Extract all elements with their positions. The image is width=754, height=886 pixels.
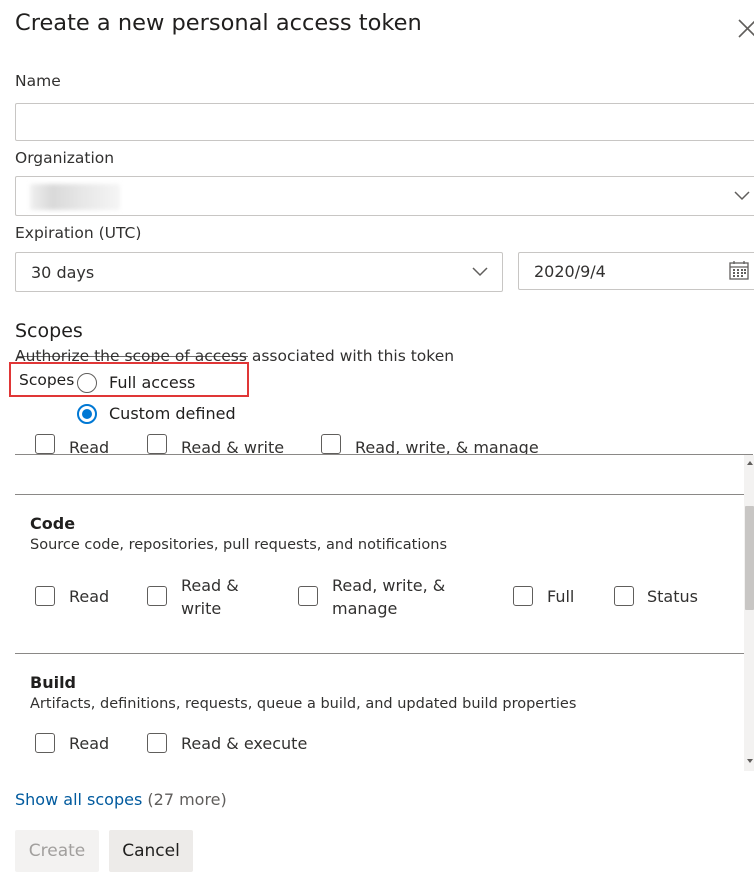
dialog-title: Create a new personal access token — [15, 10, 422, 36]
build-section-title: Build — [30, 673, 77, 692]
code-section-title: Code — [30, 514, 76, 533]
show-all-scopes-row: Show all scopes (27 more) — [15, 790, 227, 809]
build-read-label: Read — [69, 734, 110, 753]
partial-read-label: Read — [69, 438, 110, 454]
partial-scope-row: Read Read & write Read, write, & manage — [15, 428, 744, 454]
partial-manage-label: Read, write, & manage — [355, 438, 539, 454]
code-full-label: Full — [547, 587, 575, 606]
full-access-radio[interactable] — [77, 373, 97, 393]
code-read-write-label: Read & write — [181, 576, 239, 618]
full-access-label[interactable]: Full access — [109, 373, 195, 392]
show-all-scopes-link[interactable]: Show all scopes — [15, 790, 142, 809]
custom-defined-label[interactable]: Custom defined — [109, 404, 236, 423]
build-read-checkbox[interactable] — [35, 733, 55, 753]
code-read-label: Read — [69, 587, 110, 606]
code-status-label: Status — [647, 587, 698, 606]
scrollbar-thumb[interactable] — [745, 506, 754, 610]
section-divider — [15, 653, 744, 654]
expiration-duration-value: 30 days — [31, 263, 95, 282]
organization-label: Organization — [15, 149, 115, 167]
scopes-inline-label: Scopes — [19, 371, 75, 389]
name-label: Name — [15, 72, 61, 90]
build-section-description: Artifacts, definitions, requests, queue … — [30, 696, 577, 712]
build-read-execute-checkbox[interactable] — [147, 733, 167, 753]
code-manage-checkbox[interactable] — [298, 586, 318, 606]
code-read-write-checkbox[interactable] — [147, 586, 167, 606]
partial-manage-checkbox[interactable] — [321, 434, 341, 454]
more-scopes-count: (27 more) — [147, 790, 227, 809]
code-full-checkbox[interactable] — [513, 586, 533, 606]
scrollbar-track[interactable] — [744, 455, 754, 771]
code-section-description: Source code, repositories, pull requests… — [30, 537, 447, 553]
chevron-down-icon — [472, 267, 488, 277]
expiration-label: Expiration (UTC) — [15, 224, 142, 242]
expiration-date-input[interactable]: 2020/9/4 — [518, 252, 754, 290]
code-status-checkbox[interactable] — [614, 586, 634, 606]
section-divider — [15, 494, 744, 495]
code-manage-label: Read, write, & manage — [332, 576, 446, 618]
partial-read-write-checkbox[interactable] — [147, 434, 167, 454]
scopes-heading: Scopes — [15, 320, 83, 342]
chevron-down-icon[interactable] — [734, 191, 750, 201]
organization-redacted-value — [30, 184, 120, 210]
expiration-date-value: 2020/9/4 — [534, 262, 606, 281]
build-read-execute-label: Read & execute — [181, 734, 308, 753]
organization-dropdown[interactable] — [15, 176, 754, 216]
partial-read-checkbox[interactable] — [35, 434, 55, 454]
create-button[interactable]: Create — [15, 830, 99, 872]
cancel-button[interactable]: Cancel — [109, 830, 193, 872]
code-read-checkbox[interactable] — [35, 586, 55, 606]
close-icon[interactable] — [734, 12, 754, 40]
name-input[interactable] — [15, 103, 754, 141]
scroll-down-icon[interactable] — [747, 759, 753, 763]
custom-defined-radio[interactable] — [77, 404, 97, 424]
scroll-up-icon[interactable] — [747, 461, 753, 465]
strikethrough-annotation — [17, 356, 248, 357]
expiration-duration-dropdown[interactable]: 30 days — [15, 252, 503, 292]
partial-read-write-label: Read & write — [181, 438, 285, 454]
calendar-icon[interactable] — [729, 261, 749, 280]
scope-panel-top-border — [15, 454, 753, 455]
